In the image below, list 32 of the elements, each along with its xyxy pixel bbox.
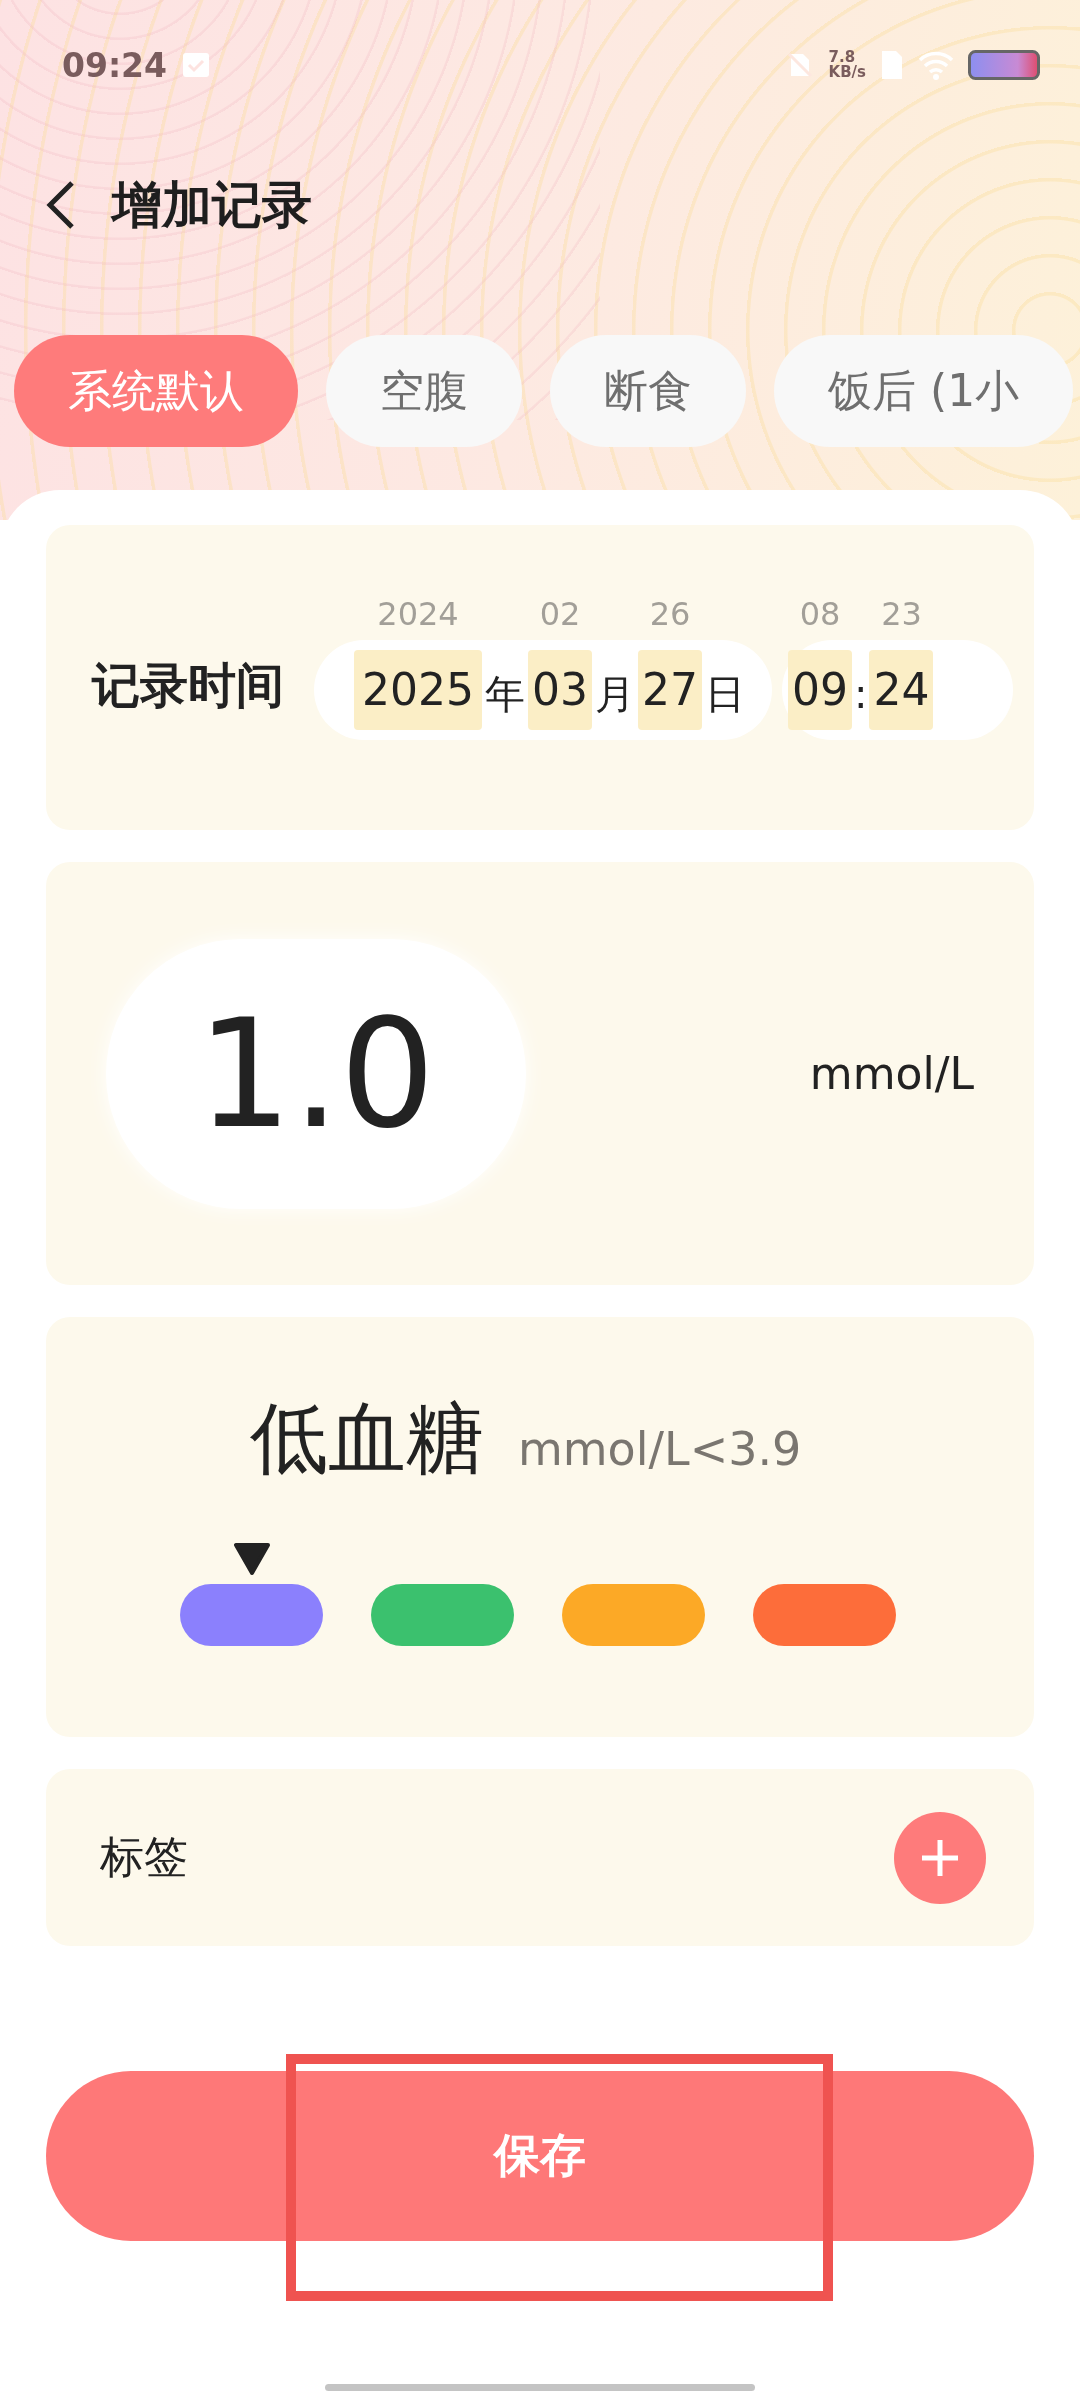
previous-value: 08 — [799, 594, 841, 635]
time-field[interactable]: 09 — [788, 650, 852, 730]
previous-value: 2024 — [377, 594, 459, 635]
tags-label: 标签 — [100, 1830, 188, 1884]
date-field[interactable]: 27 — [638, 650, 702, 730]
pointer-icon — [231, 1542, 272, 1576]
previous-value: 02 — [539, 594, 581, 635]
network-unit: KB/s — [828, 65, 866, 80]
battery-icon — [968, 50, 1040, 80]
time-field[interactable]: 24 — [869, 650, 934, 730]
date-field[interactable]: 2025 — [354, 650, 482, 730]
record-time-label: 记录时间 — [92, 656, 284, 715]
calendar-icon — [181, 50, 212, 80]
status-time: 09:24 — [62, 45, 168, 85]
date-field[interactable]: 03 — [528, 650, 592, 730]
range-criterion: mmol/L<3.9 — [518, 1422, 802, 1476]
previous-value: 26 — [649, 594, 691, 635]
network-speed: 7.8 — [828, 50, 856, 65]
range-name: 低血糖 — [250, 1392, 484, 1485]
unit-label: 月 — [594, 670, 636, 719]
filter-tab[interactable]: 断食 — [550, 335, 746, 447]
previous-value: 23 — [881, 594, 922, 635]
sim-card-icon — [880, 49, 904, 81]
filter-tab[interactable]: 饭后 (1小 — [774, 335, 1074, 447]
page-title: 增加记录 — [112, 174, 312, 236]
glucose-value-field[interactable]: 1.0 — [106, 938, 526, 1209]
unit-label: 年 — [484, 670, 526, 719]
unit-label: mmol/L — [809, 1048, 974, 1099]
wifi-icon — [918, 50, 954, 80]
filter-tab[interactable]: 空腹 — [326, 335, 522, 447]
unit-label: 日 — [704, 670, 746, 719]
time-separator: : — [853, 670, 869, 719]
